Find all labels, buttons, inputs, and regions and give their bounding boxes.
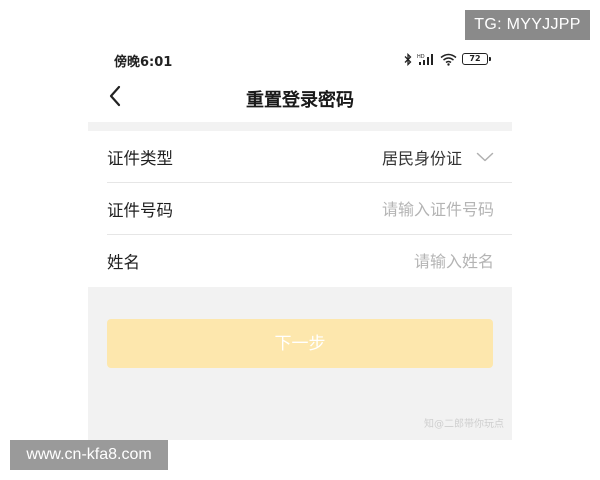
status-icons: HD 72 (404, 50, 491, 68)
name-label: 姓名 (107, 253, 140, 272)
id-type-row[interactable]: 证件类型 居民身份证 (88, 131, 512, 183)
reset-form: 证件类型 居民身份证 证件号码 姓名 (88, 131, 512, 287)
next-button[interactable]: 下一步 (107, 319, 493, 368)
status-time: 傍晚6:01 (114, 55, 173, 70)
name-input[interactable] (274, 251, 494, 271)
chevron-down-icon[interactable] (476, 148, 494, 166)
id-type-value[interactable]: 居民身份证 (382, 145, 462, 169)
nav-bar: 重置登录密码 (88, 78, 512, 120)
bluetooth-icon (404, 52, 412, 66)
watermark-bottom: www.cn-kfa8.com (10, 440, 168, 470)
bottom-area: 下一步 知@二郎带你玩点 (88, 287, 512, 440)
battery-icon: 72 (462, 53, 491, 65)
wifi-icon (440, 53, 457, 66)
status-bar: 傍晚6:01 HD 72 (88, 40, 512, 78)
phone-screen: 傍晚6:01 HD 72 重置登录密码 证件类型 居民身份证 证件号码 请输入证… (88, 40, 512, 440)
svg-text:HD: HD (417, 54, 425, 60)
section-divider (88, 122, 512, 131)
id-number-row: 证件号码 (88, 183, 512, 235)
id-type-label: 证件类型 (107, 149, 173, 168)
id-number-label: 证件号码 (107, 201, 173, 220)
page-title: 重置登录密码 (246, 90, 354, 111)
signal-icon: HD (417, 53, 435, 66)
id-number-input[interactable] (274, 199, 494, 219)
name-row: 姓名 (88, 235, 512, 287)
watermark-inner: 知@二郎带你玩点 (424, 419, 504, 430)
watermark-top: TG: MYYJJPP (465, 10, 590, 40)
